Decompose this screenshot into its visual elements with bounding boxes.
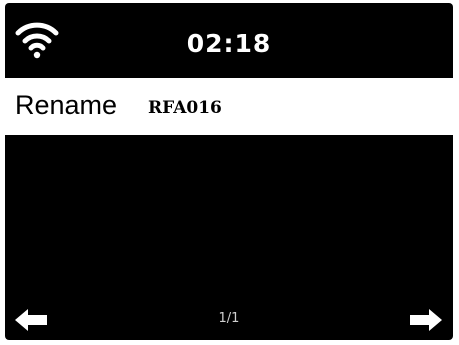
arrow-right-icon[interactable] xyxy=(408,308,442,332)
page-indicator: 1/1 xyxy=(218,311,240,326)
device-screen: 02:18 Rename RFA016 1/1 xyxy=(5,3,453,340)
menu-item-rename[interactable]: Rename RFA016 xyxy=(5,78,453,135)
device-name-value: RFA016 xyxy=(148,98,222,118)
status-bar: 02:18 xyxy=(5,3,453,75)
menu-item-label: Rename xyxy=(15,90,118,120)
clock-time: 02:18 xyxy=(186,29,272,58)
